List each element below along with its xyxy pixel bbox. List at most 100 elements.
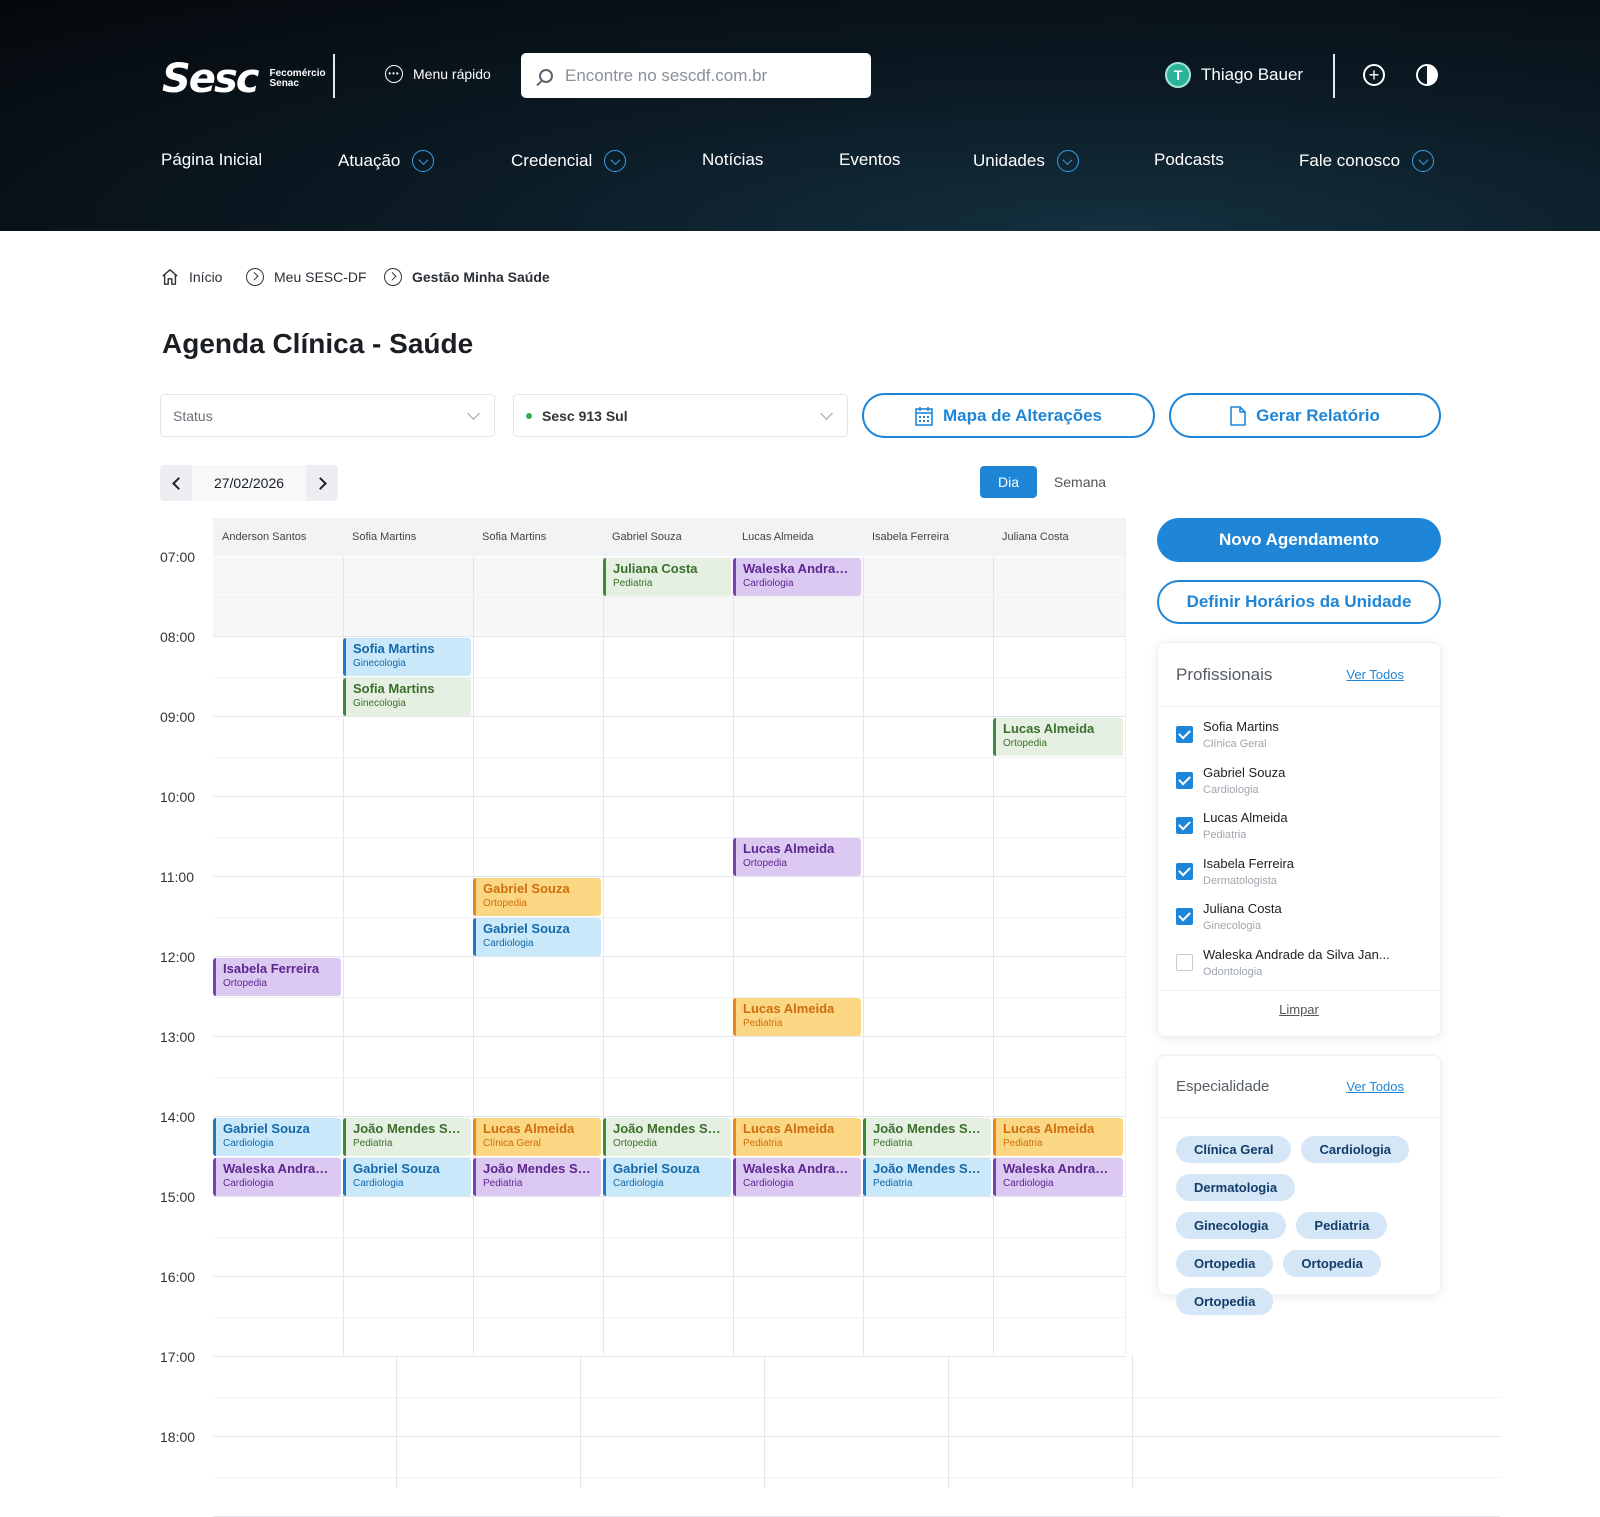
map-changes-button[interactable]: Mapa de Alterações <box>862 393 1155 438</box>
event-patient-name: Sofia Martins <box>353 641 435 656</box>
chevron-left-icon[interactable] <box>160 465 192 501</box>
appointment-event[interactable]: Lucas Almeida Ortopedia <box>993 718 1123 756</box>
appointment-event[interactable]: Waleska Andrade... Cardiologia <box>213 1158 341 1196</box>
chevron-down-icon <box>820 407 833 420</box>
search-input[interactable] <box>565 65 855 86</box>
appointment-event[interactable]: Gabriel Souza Ortopedia <box>473 878 601 916</box>
event-specialty: Pediatria <box>483 1178 523 1189</box>
nav-item-unidades[interactable]: Unidades <box>973 150 1079 172</box>
appointment-event[interactable]: Sofia Martins Ginecologia <box>343 638 471 676</box>
nav-item-credencial[interactable]: Credencial <box>511 150 627 172</box>
lower-gridline <box>1132 1355 1133 1488</box>
define-hours-button[interactable]: Definir Horários da Unidade <box>1157 580 1441 624</box>
appointment-event[interactable]: Gabriel Souza Cardiologia <box>343 1158 471 1196</box>
checkbox[interactable] <box>1176 908 1193 925</box>
appointment-event[interactable]: João Mendes Silva Pediatria <box>343 1118 471 1156</box>
nav-item-eventos[interactable]: Eventos <box>839 150 900 170</box>
appointment-event[interactable]: Waleska Andrade... Cardiologia <box>733 1158 861 1196</box>
specialty-chip[interactable]: Ortopedia <box>1176 1250 1274 1277</box>
generate-report-button[interactable]: Gerar Relatório <box>1169 393 1441 438</box>
nav-item-fale-conosco[interactable]: Fale conosco <box>1299 150 1435 172</box>
appointment-event[interactable]: Gabriel Souza Cardiologia <box>603 1158 731 1196</box>
specialty-chip[interactable]: Clínica Geral <box>1176 1136 1292 1163</box>
specialty-chip[interactable]: Ginecologia <box>1176 1212 1287 1239</box>
sesc-logo[interactable]: Sesc Fecomércio Senac <box>162 56 326 102</box>
professionals-list: Sofia Martins Clínica Geral Gabriel Souz… <box>1158 707 1440 990</box>
contrast-icon[interactable] <box>1416 64 1438 86</box>
professional-item[interactable]: Lucas Almeida Pediatria <box>1158 808 1440 854</box>
event-patient-name: Gabriel Souza <box>613 1161 700 1176</box>
breadcrumb-label: Início <box>189 269 223 285</box>
nav-item-atuacao[interactable]: Atuação <box>338 150 435 172</box>
event-specialty: Pediatria <box>353 1138 393 1149</box>
status-select[interactable]: Status <box>160 394 495 437</box>
appointment-event[interactable]: Gabriel Souza Cardiologia <box>213 1118 341 1156</box>
professional-item[interactable]: Juliana Costa Ginecologia <box>1158 899 1440 945</box>
appointment-event[interactable]: Lucas Almeida Pediatria <box>733 1118 861 1156</box>
specialty-chip[interactable]: Dermatologia <box>1176 1174 1296 1201</box>
half-hour-gridline <box>213 1237 1125 1238</box>
appointment-event[interactable]: Lucas Almeida Pediatria <box>733 998 861 1036</box>
checkbox[interactable] <box>1176 862 1193 880</box>
column-gridline <box>993 557 994 1355</box>
checkbox[interactable] <box>1176 726 1193 743</box>
checkbox[interactable] <box>1176 817 1193 834</box>
professional-info: Sofia Martins Clínica Geral <box>1203 717 1279 753</box>
specialties-panel: Especialidade Ver Todos Clínica Geral Car… <box>1157 1055 1441 1315</box>
user-menu[interactable]: T Thiago Bauer <box>1165 62 1303 88</box>
appointment-event[interactable]: João Mendes Silva Pediatria <box>863 1158 991 1196</box>
appointment-event[interactable]: Isabela Ferreira Ortopedia <box>213 958 341 996</box>
search-box[interactable] <box>521 53 871 98</box>
nav-item-noticias[interactable]: Notícias <box>702 150 763 170</box>
checkbox[interactable] <box>1176 953 1193 971</box>
event-specialty: Cardiologia <box>353 1178 404 1189</box>
specialty-chip[interactable]: Ortopedia <box>1176 1288 1274 1315</box>
specialty-chip[interactable]: Cardiologia <box>1301 1136 1409 1163</box>
quick-menu-button[interactable]: ••• Menu rápido <box>385 65 491 83</box>
breadcrumb-current: Gestão Minha Saúde <box>384 268 550 286</box>
view-day-button[interactable]: Dia <box>980 466 1037 498</box>
appointment-event[interactable]: Juliana Costa Pediatria <box>603 558 731 596</box>
new-appointment-button[interactable]: Novo Agendamento <box>1157 518 1441 562</box>
professionals-panel: Profissionais Ver Todos Sofia Martins Cl… <box>1157 642 1441 1037</box>
column-header: Anderson Santos <box>213 518 343 556</box>
chevron-right-icon[interactable] <box>306 465 338 501</box>
clear-filter-link[interactable]: Limpar <box>1279 1002 1319 1017</box>
appointment-event[interactable]: João Mendes Silva Ortopedia <box>603 1118 731 1156</box>
professional-item[interactable]: Isabela Ferreira Dermatologista <box>1158 854 1440 900</box>
nav-item-podcasts[interactable]: Podcasts <box>1154 150 1224 170</box>
see-all-professionals-link[interactable]: Ver Todos <box>1346 667 1404 682</box>
nav-item-home[interactable]: Página Inicial <box>161 150 262 170</box>
appointment-event[interactable]: Waleska Andrade... Cardiologia <box>993 1158 1123 1196</box>
professional-specialty: Cardiologia <box>1203 783 1259 796</box>
current-date[interactable]: 27/02/2026 <box>192 465 306 501</box>
professional-name: Lucas Almeida <box>1203 810 1288 825</box>
time-label: 08:00 <box>160 629 196 645</box>
event-patient-name: Isabela Ferreira <box>223 961 320 976</box>
plus-icon[interactable]: + <box>1363 64 1385 86</box>
appointment-event[interactable]: Gabriel Souza Cardiologia <box>473 918 601 956</box>
specialty-chip[interactable]: Pediatria <box>1296 1212 1388 1239</box>
professional-info: Gabriel Souza Cardiologia <box>1203 763 1285 799</box>
appointment-event[interactable]: Lucas Almeida Pediatria <box>993 1118 1123 1156</box>
column-gridline <box>863 557 864 1355</box>
appointment-event[interactable]: Lucas Almeida Ortopedia <box>733 838 861 876</box>
unit-select[interactable]: Sesc 913 Sul <box>513 394 848 437</box>
hour-gridline <box>213 636 1125 637</box>
specialty-chip[interactable]: Ortopedia <box>1283 1250 1381 1277</box>
see-all-specialties-link[interactable]: Ver Todos <box>1346 1079 1404 1094</box>
professional-item[interactable]: Gabriel Souza Cardiologia <box>1158 763 1440 809</box>
professional-item[interactable]: Waleska Andrade da Silva Jan... Odontolo… <box>1158 945 1440 991</box>
checkbox[interactable] <box>1176 771 1193 789</box>
appointment-event[interactable]: Lucas Almeida Clínica Geral <box>473 1118 601 1156</box>
professional-item[interactable]: Sofia Martins Clínica Geral <box>1158 717 1440 763</box>
breadcrumb-home[interactable]: Início <box>161 268 222 286</box>
appointment-event[interactable]: João Mendes Silva Pediatria <box>863 1118 991 1156</box>
breadcrumb-meu-sesc[interactable]: Meu SESC-DF <box>246 268 367 286</box>
date-navigator: 27/02/2026 <box>160 465 338 501</box>
event-patient-name: Gabriel Souza <box>223 1121 310 1136</box>
appointment-event[interactable]: Waleska Andrade... Cardiologia <box>733 558 861 596</box>
appointment-event[interactable]: João Mendes Silva Pediatria <box>473 1158 601 1196</box>
appointment-event[interactable]: Sofia Martins Ginecologia <box>343 678 471 716</box>
view-week-button[interactable]: Semana <box>1046 466 1114 498</box>
